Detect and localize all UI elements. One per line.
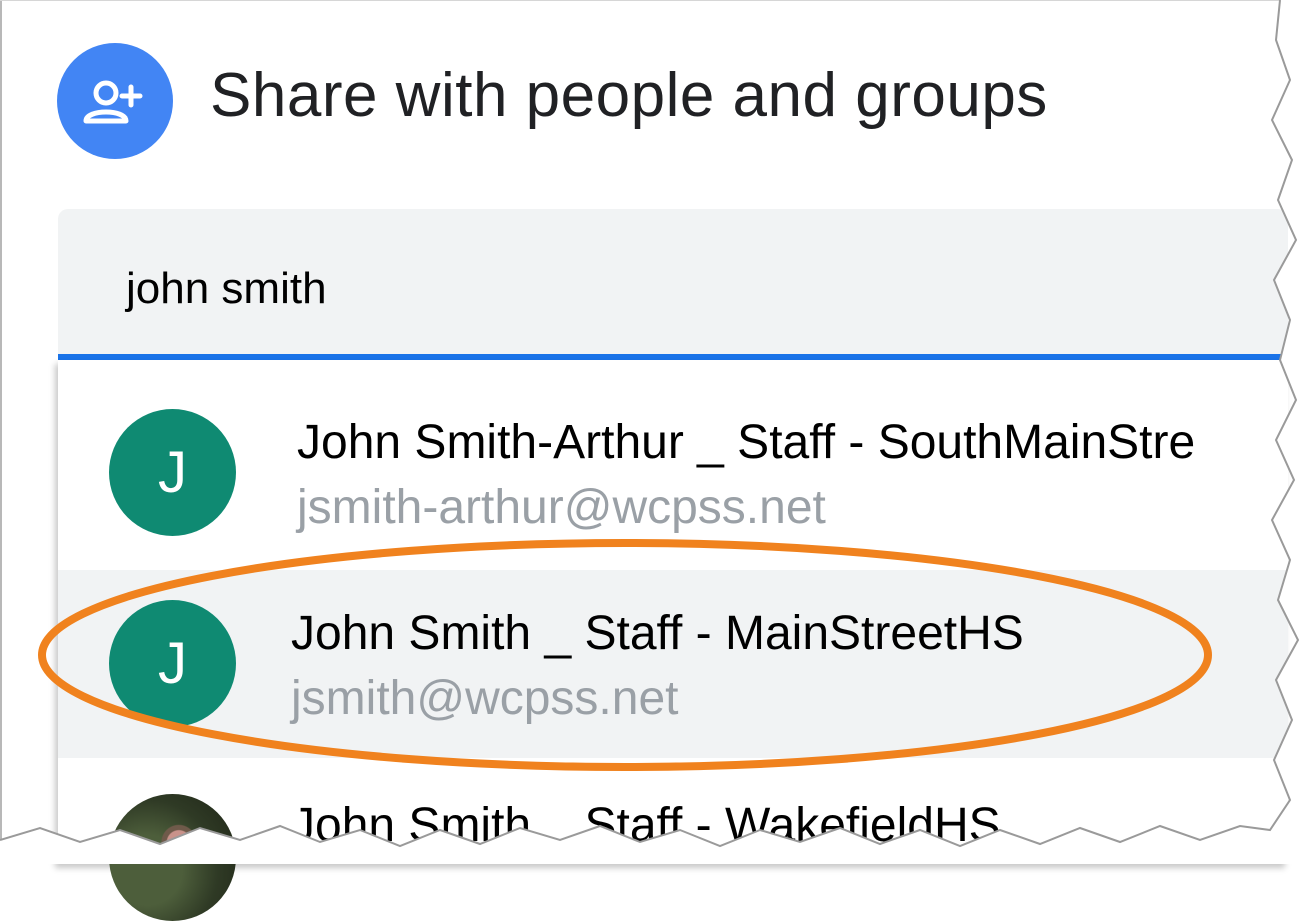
avatar: J [109, 409, 236, 536]
contact-email: jsmith-arthur@wcpss.net [297, 481, 826, 534]
contact-name: John Smith _ Staff - WakefieldHS [291, 799, 1001, 852]
contact-name: John Smith _ Staff - MainStreetHS [291, 607, 1024, 660]
suggestion-item[interactable]: J John Smith-Arthur _ Staff - SouthMainS… [58, 360, 1288, 570]
suggestion-item-highlighted[interactable]: J John Smith _ Staff - MainStreetHS jsmi… [58, 570, 1288, 758]
dialog-title: Share with people and groups [210, 61, 1048, 130]
contact-name: John Smith-Arthur _ Staff - SouthMainStr… [297, 416, 1196, 469]
avatar-photo [109, 794, 236, 921]
suggestions-dropdown: J John Smith-Arthur _ Staff - SouthMainS… [58, 360, 1288, 921]
contact-email: jsmith@wcpss.net [291, 672, 679, 725]
screenshot-frame-left [0, 0, 2, 864]
screenshot-frame-top [0, 0, 1280, 1]
person-add-icon [57, 43, 173, 159]
avatar: J [109, 600, 236, 727]
search-input-value[interactable]: john smith [126, 264, 327, 314]
suggestion-item[interactable]: John Smith _ Staff - WakefieldHS [58, 758, 1288, 921]
